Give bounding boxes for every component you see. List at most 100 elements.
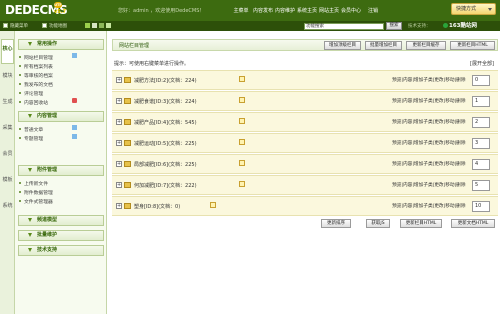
sort-order-input[interactable]: 4 <box>472 159 490 170</box>
batch-add-category-button[interactable]: 批量增加栏目 <box>365 41 402 50</box>
edit-icon[interactable] <box>210 202 216 208</box>
sidebar-item-topics[interactable]: 专题管理 <box>18 135 43 142</box>
update-document-html-button[interactable]: 更新文档HTML <box>451 219 495 228</box>
category-name[interactable]: 局部减肥[ID:6](文档：225) <box>134 161 197 168</box>
category-row: + 塑身[ID:8](文档：0) 预览|内容|增加子类|更改|移动|删除 10 <box>112 196 498 216</box>
update-category-cache-button[interactable]: 更新栏目缓存 <box>406 41 446 50</box>
update-category-html-button[interactable]: 更新栏目HTML <box>450 41 495 50</box>
theme-olive-icon[interactable] <box>99 23 104 28</box>
nav-site-home[interactable]: 网站主页 <box>318 7 340 14</box>
section-attachments[interactable]: 附件管理 <box>18 165 104 176</box>
sidebar-item-attachment-data[interactable]: 附件数据管理 <box>19 189 53 196</box>
brand-link[interactable]: 163酷站网 <box>443 21 477 29</box>
edit-icon[interactable] <box>239 118 245 124</box>
sidebar-item-my-docs[interactable]: 我发布的文档 <box>19 81 53 88</box>
section-batch-title: 批量维护 <box>37 232 58 238</box>
expand-icon[interactable]: + <box>116 119 122 125</box>
sort-order-input[interactable]: 5 <box>472 180 490 191</box>
expand-icon[interactable]: + <box>116 77 122 83</box>
expand-icon[interactable]: + <box>116 98 122 104</box>
sitemap-checkbox[interactable] <box>42 23 47 28</box>
category-actions[interactable]: 预览|内容|增加子类|更改|移动|删除 <box>392 140 466 146</box>
expand-icon[interactable]: + <box>116 182 122 188</box>
function-search-input[interactable]: 功能搜索 <box>304 23 384 30</box>
category-actions[interactable]: 预览|内容|增加子类|更改|移动|删除 <box>392 161 466 167</box>
brand-text: 163酷站网 <box>449 23 477 29</box>
sort-order-input[interactable]: 2 <box>472 117 490 128</box>
sort-order-input[interactable]: 3 <box>472 138 490 149</box>
sort-order-input[interactable]: 1 <box>472 96 490 107</box>
category-name[interactable]: 塑身[ID:8](文档：0) <box>134 203 180 210</box>
category-row: + 减肥运动[ID:5](文档：225) 预览|内容|增加子类|更改|移动|删除… <box>112 133 498 153</box>
get-js-button[interactable]: 获取JS <box>366 219 390 228</box>
category-actions[interactable]: 预览|内容|增加子类|更改|移动|删除 <box>392 119 466 125</box>
edit-icon[interactable] <box>239 181 245 187</box>
sort-order-input[interactable]: 10 <box>472 201 490 212</box>
sidebar-item-articles[interactable]: 普通文章 <box>18 126 43 133</box>
category-name[interactable]: 减肥食谱[ID:3](文档：224) <box>134 98 197 105</box>
edit-icon[interactable] <box>239 76 245 82</box>
add-topic-icon[interactable] <box>72 134 77 139</box>
folder-icon <box>124 77 131 83</box>
edit-icon[interactable] <box>239 160 245 166</box>
add-top-category-button[interactable]: 增加顶级栏目 <box>324 41 361 50</box>
expand-all-link[interactable]: [展开全部] <box>470 60 494 67</box>
section-batch[interactable]: 批量维护 <box>18 230 104 241</box>
category-actions[interactable]: 预览|内容|增加子类|更改|移动|删除 <box>392 98 466 104</box>
update-sort-button[interactable]: 更新排序 <box>321 219 351 228</box>
tab-module[interactable]: 模块 <box>1 67 14 92</box>
expand-icon[interactable]: + <box>116 203 122 209</box>
category-actions[interactable]: 预览|内容|增加子类|更改|移动|删除 <box>392 203 466 209</box>
category-name[interactable]: 减肥产品[ID:4](文档：545) <box>134 119 197 126</box>
theme-light-icon[interactable] <box>92 23 97 28</box>
quick-menu-dropdown[interactable]: 快捷方式 <box>451 3 496 15</box>
sidebar-item-all-docs[interactable]: 所有档案列表 <box>19 63 53 70</box>
add-article-icon[interactable] <box>72 125 77 130</box>
sort-order-input[interactable]: 0 <box>472 75 490 86</box>
tab-generate[interactable]: 生成 <box>1 93 14 118</box>
category-row: + 减肥产品[ID:4](文档：545) 预览|内容|增加子类|更改|移动|删除… <box>112 112 498 132</box>
edit-icon[interactable] <box>239 97 245 103</box>
category-name[interactable]: 减肥运动[ID:5](文档：225) <box>134 140 197 147</box>
theme-green-icon[interactable] <box>85 23 90 28</box>
nav-system-home[interactable]: 系统主页 <box>296 7 318 14</box>
update-category-html-bottom-button[interactable]: 更新栏目HTML <box>400 219 442 228</box>
section-content[interactable]: 内容管理 <box>18 111 104 122</box>
nav-member-center[interactable]: 会员中心 <box>340 7 362 14</box>
search-button[interactable]: 搜索 <box>386 22 402 30</box>
section-channel-model[interactable]: 频道模型 <box>18 215 104 226</box>
nav-content-maintain[interactable]: 内容维护 <box>274 7 296 14</box>
category-actions[interactable]: 预览|内容|增加子类|更改|移动|删除 <box>392 77 466 83</box>
edit-icon[interactable] <box>239 139 245 145</box>
category-name[interactable]: 减肥方法[ID:2](文档：224) <box>134 77 197 84</box>
sidebar-item-upload[interactable]: 上传新文件 <box>19 180 48 187</box>
category-name[interactable]: 何加减肥[ID:7](文档：222) <box>134 182 197 189</box>
nav-main-menu[interactable]: 主菜单 <box>230 7 252 14</box>
section-attachments-title: 附件管理 <box>37 167 58 173</box>
tab-system[interactable]: 系统 <box>1 197 14 222</box>
tab-module-label: 模块 <box>2 73 13 79</box>
expand-icon[interactable]: + <box>116 140 122 146</box>
theme-pale-icon[interactable] <box>106 23 111 28</box>
logo-version: v5.7 <box>54 9 67 15</box>
tab-core[interactable]: 核心 <box>1 39 14 64</box>
sidebar-item-comments[interactable]: 评论管理 <box>18 90 43 97</box>
add-category-icon[interactable] <box>72 53 77 58</box>
hide-menu-checkbox[interactable] <box>3 23 8 28</box>
section-tech-support[interactable]: 技术支持 <box>18 245 104 256</box>
tab-member[interactable]: 会员 <box>1 145 14 170</box>
sidebar-item-category-manage[interactable]: 网站栏目管理 <box>19 54 53 61</box>
sidebar-item-recycle-bin[interactable]: 内容回收站 <box>19 99 48 106</box>
nav-content-publish[interactable]: 内容发布 <box>252 7 274 14</box>
tab-template[interactable]: 模板 <box>1 171 14 196</box>
section-common[interactable]: 常用操作 <box>18 39 104 50</box>
tab-collect[interactable]: 采集 <box>1 119 14 144</box>
shield-icon[interactable] <box>72 98 77 103</box>
section-content-title: 内容管理 <box>37 113 58 119</box>
sidebar-item-file-manager[interactable]: 文件式管理器 <box>19 198 53 205</box>
expand-icon[interactable]: + <box>116 161 122 167</box>
nav-logout[interactable]: 注销 <box>362 7 384 14</box>
sidebar-item-pending-docs[interactable]: 等审核的档案 <box>19 72 53 79</box>
logo-badge: UTF <box>54 2 62 8</box>
category-actions[interactable]: 预览|内容|增加子类|更改|移动|删除 <box>392 182 466 188</box>
